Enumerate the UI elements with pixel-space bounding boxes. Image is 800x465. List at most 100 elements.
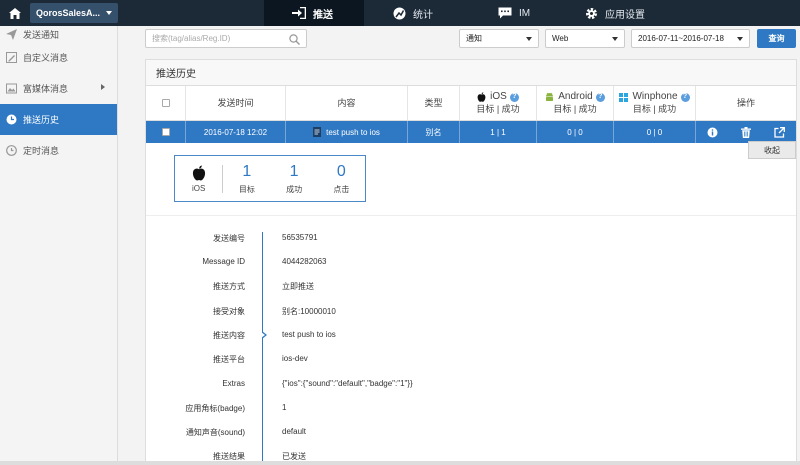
row-winphone: 0 | 0 <box>614 121 696 143</box>
query-button[interactable]: 查询 <box>757 29 796 48</box>
sidebar-item-send-notification[interactable]: 发送通知 <box>0 26 117 42</box>
tab-stats[interactable]: 统计 <box>393 0 433 26</box>
panel-title: 推送历史 <box>146 60 796 86</box>
chevron-down-icon <box>612 36 618 41</box>
header-android: Android ? 目标 | 成功 <box>537 86 614 120</box>
help-icon[interactable]: ? <box>680 92 690 102</box>
header-ios: iOS ? 目标 | 成功 <box>460 86 537 120</box>
table-header: 发送时间 内容 类型 iOS ? 目标 | 成功 Android ? 目标 | … <box>146 86 796 121</box>
tab-im[interactable]: IM <box>498 0 530 26</box>
search-icon[interactable] <box>289 34 300 45</box>
detail-value: 56535791 <box>282 233 318 242</box>
search-placeholder: 搜索(tag/alias/Reg.ID) <box>152 34 231 43</box>
summary-success: 1 成功 <box>270 163 317 195</box>
row-ios: 1 | 1 <box>460 121 537 143</box>
detail-label: 推送内容 <box>213 331 245 340</box>
detail-label: 推送方式 <box>213 282 245 291</box>
header-type: 类型 <box>408 86 460 120</box>
select-all-checkbox[interactable] <box>161 99 170 107</box>
app-name: QorosSalesA... <box>36 8 101 18</box>
detail-value: default <box>282 427 307 436</box>
summary-success-label: 成功 <box>286 184 303 194</box>
header-actions: 操作 <box>736 98 755 108</box>
apple-icon <box>477 92 486 102</box>
top-navigation-bar: QorosSalesA... 推送 统计 IM 应用设置 <box>0 0 800 26</box>
detail-value: {"ios":{"sound":"default","badge":"1"}} <box>282 379 413 388</box>
external-link-icon[interactable] <box>773 126 785 138</box>
row-select-cell <box>146 121 186 143</box>
sidebar-item-label: 定时消息 <box>23 146 60 156</box>
date-range-value: 2016-07-11~2016-07-18 <box>638 34 724 43</box>
help-icon[interactable]: ? <box>509 92 519 102</box>
info-icon[interactable] <box>707 127 718 138</box>
detail-label: 推送平台 <box>213 355 245 364</box>
tab-im-label: IM <box>519 7 531 19</box>
summary-target: 1 目标 <box>223 163 270 195</box>
header-select-cell <box>146 86 186 120</box>
header-content: 内容 <box>286 86 408 120</box>
detail-value: 立即推送 <box>282 282 314 291</box>
ios-label: iOS <box>490 91 507 102</box>
timeline-pointer-icon <box>261 331 267 339</box>
summary-target-label: 目标 <box>238 184 255 194</box>
type-select[interactable]: 通知 <box>459 29 539 48</box>
detail-value: 1 <box>282 403 287 412</box>
table-row[interactable]: 2016-07-18 12:02 test push to ios 别名 1 |… <box>146 121 796 143</box>
summary-clicks-label: 点击 <box>333 184 350 194</box>
home-button[interactable] <box>0 0 30 26</box>
platform-select[interactable]: Web <box>545 29 625 48</box>
windows-icon <box>619 92 629 102</box>
search-input[interactable]: 搜索(tag/alias/Reg.ID) <box>145 29 307 48</box>
summary-platform: iOS <box>175 165 222 193</box>
trash-icon[interactable] <box>740 126 751 138</box>
date-range-select[interactable]: 2016-07-11~2016-07-18 <box>631 29 750 48</box>
window-bottom-edge <box>0 461 800 465</box>
chevron-down-icon <box>106 11 112 15</box>
chevron-down-icon <box>737 36 743 41</box>
platform-select-value: Web <box>552 34 569 43</box>
winphone-label: Winphone <box>632 91 678 102</box>
detail-value: 别名:10000010 <box>282 307 336 316</box>
tab-push-label: 推送 <box>313 9 333 21</box>
apple-icon <box>192 165 205 180</box>
sidebar-item-rich-media[interactable]: 富媒体消息 <box>0 73 117 104</box>
row-actions <box>696 121 796 143</box>
sidebar-item-custom-message[interactable]: 自定义消息 <box>0 42 117 73</box>
summary-target-value: 1 <box>242 162 252 180</box>
help-icon[interactable]: ? <box>595 92 605 102</box>
sidebar: 发送通知 自定义消息 富媒体消息 推送历史 定时消息 <box>0 26 118 465</box>
divider <box>146 215 796 216</box>
tab-app-settings[interactable]: 应用设置 <box>585 0 645 26</box>
custom-message-icon <box>6 52 17 63</box>
chevron-right-icon <box>101 84 105 90</box>
summary-platform-label: iOS <box>191 183 206 193</box>
row-android: 0 | 0 <box>537 121 614 143</box>
android-label: Android <box>558 91 593 102</box>
android-target-success-label: 目标 | 成功 <box>553 104 597 114</box>
tab-app-settings-label: 应用设置 <box>605 9 645 21</box>
sidebar-item-push-history[interactable]: 推送历史 <box>0 104 117 135</box>
detail-value: 4044282063 <box>282 257 327 266</box>
tab-stats-label: 统计 <box>413 9 433 21</box>
send-icon <box>6 28 17 40</box>
row-checkbox[interactable] <box>161 128 170 136</box>
detail-label: 发送编号 <box>213 234 245 243</box>
header-send-time[interactable]: 发送时间 <box>186 86 286 120</box>
chat-icon <box>498 7 512 19</box>
detail-label: 接受对象 <box>213 307 245 316</box>
detail-label: Extras <box>222 379 245 388</box>
sidebar-item-scheduled-message[interactable]: 定时消息 <box>0 135 117 166</box>
timeline-line <box>262 232 263 465</box>
ios-summary-box: iOS 1 目标 1 成功 0 点击 <box>174 155 366 202</box>
android-icon <box>546 92 554 101</box>
collapse-button[interactable]: 收起 <box>748 141 796 159</box>
header-winphone: Winphone ? 目标 | 成功 <box>614 86 696 120</box>
sidebar-item-label: 自定义消息 <box>23 53 69 63</box>
summary-clicks-value: 0 <box>336 162 346 180</box>
tab-push[interactable]: 推送 <box>264 0 364 26</box>
summary-clicks: 0 点击 <box>318 163 365 195</box>
row-type: 别名 <box>408 121 460 143</box>
stats-icon <box>393 7 406 19</box>
app-selector[interactable]: QorosSalesA... <box>30 3 118 23</box>
detail-label: 应用角标(badge) <box>185 404 245 413</box>
